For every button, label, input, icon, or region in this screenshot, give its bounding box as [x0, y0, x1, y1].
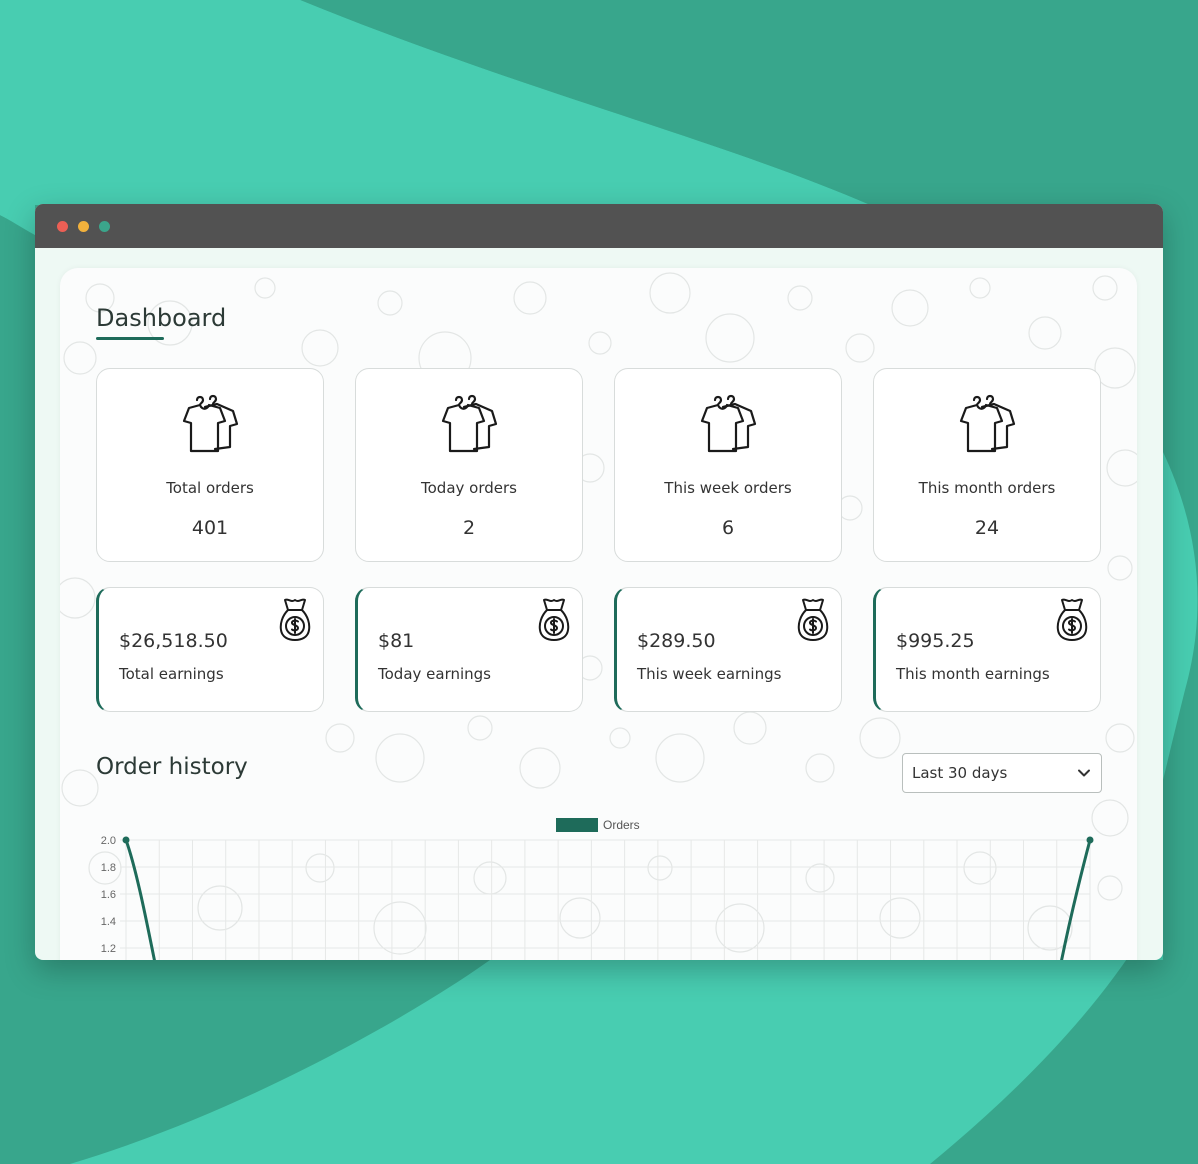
money-bag-icon	[796, 594, 830, 642]
week-orders-card[interactable]: This week orders 6	[614, 368, 842, 562]
earnings-amount: $289.50	[637, 630, 716, 652]
card-label: This week orders	[664, 479, 792, 497]
card-value: 401	[191, 517, 229, 539]
orders-line	[1060, 839, 1092, 960]
money-bag-icon	[278, 594, 312, 642]
range-select[interactable]: Last 30 days	[902, 753, 1102, 793]
minimize-window-dot[interactable]	[78, 221, 89, 232]
card-label: Total orders	[166, 479, 254, 497]
today-earnings-card[interactable]: $81 Today earnings	[355, 587, 583, 712]
close-window-dot[interactable]	[57, 221, 68, 232]
orders-point[interactable]	[122, 836, 130, 844]
money-bag-icon	[537, 594, 571, 642]
card-value: 2	[462, 517, 476, 539]
y-tick-label: 1.4	[101, 916, 116, 928]
earnings-label: This month earnings	[896, 665, 1050, 683]
today-orders-card[interactable]: Today orders 2	[355, 368, 583, 562]
order-history-chart: Orders 2.0 1.8 1.6 1.4 1.2	[101, 818, 1094, 960]
y-tick-label: 1.8	[101, 862, 116, 874]
total-earnings-card[interactable]: $26,518.50 Total earnings	[96, 587, 324, 712]
earnings-label: Today earnings	[378, 665, 491, 683]
earnings-amount: $26,518.50	[119, 630, 228, 652]
window-titlebar	[35, 204, 1163, 248]
earnings-amount: $995.25	[896, 630, 975, 652]
week-earnings-card[interactable]: $289.50 This week earnings	[614, 587, 842, 712]
y-tick-label: 1.6	[101, 889, 116, 901]
order-history-title: Order history	[96, 754, 248, 780]
card-value: 24	[974, 517, 1000, 539]
orders-line	[124, 839, 156, 960]
t-shirt-hanger-icon	[693, 391, 765, 455]
browser-window: Dashboard Total orders 401 Today orders …	[35, 204, 1163, 960]
y-tick-label: 2.0	[101, 835, 116, 847]
t-shirt-hanger-icon	[175, 391, 247, 455]
title-underline	[96, 337, 164, 340]
card-label: This month orders	[918, 479, 1056, 497]
total-orders-card[interactable]: Total orders 401	[96, 368, 324, 562]
chart-grid	[120, 839, 1091, 960]
month-orders-card[interactable]: This month orders 24	[873, 368, 1101, 562]
range-select-value: Last 30 days	[912, 764, 1008, 782]
legend-label[interactable]: Orders	[603, 818, 640, 832]
legend-swatch[interactable]	[556, 818, 598, 832]
month-earnings-card[interactable]: $995.25 This month earnings	[873, 587, 1101, 712]
card-label: Today orders	[421, 479, 517, 497]
money-bag-icon	[1055, 594, 1089, 642]
chevron-down-icon	[1078, 769, 1090, 777]
t-shirt-hanger-icon	[952, 391, 1024, 455]
earnings-amount: $81	[378, 630, 415, 652]
earnings-label: Total earnings	[119, 665, 224, 683]
y-axis-ticks: 2.0 1.8 1.6 1.4 1.2	[101, 835, 116, 955]
y-tick-label: 1.2	[101, 943, 116, 955]
maximize-window-dot[interactable]	[99, 221, 110, 232]
card-value: 6	[721, 517, 735, 539]
page-title: Dashboard	[96, 304, 227, 332]
t-shirt-hanger-icon	[434, 391, 506, 455]
orders-point[interactable]	[1086, 836, 1094, 844]
dashboard-panel: Dashboard Total orders 401 Today orders …	[60, 268, 1137, 960]
earnings-label: This week earnings	[637, 665, 782, 683]
